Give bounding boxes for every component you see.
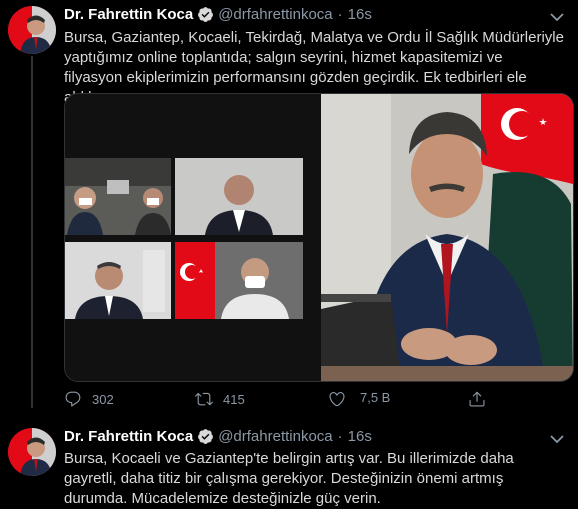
- share-button[interactable]: [468, 390, 496, 408]
- separator-dot: ·: [337, 428, 343, 445]
- author-handle[interactable]: @drfahrettinkoca: [218, 6, 332, 23]
- author-avatar[interactable]: [8, 6, 56, 54]
- author-name[interactable]: Dr. Fahrettin Koca: [64, 6, 193, 23]
- reply-button[interactable]: 302: [64, 390, 114, 408]
- separator-dot: ·: [337, 6, 343, 23]
- views-button[interactable]: 7,5 B: [326, 390, 390, 405]
- video-tile: [65, 242, 171, 319]
- reply-icon: [65, 391, 81, 407]
- retweet-icon: [195, 392, 213, 406]
- verified-badge-icon: [197, 428, 214, 445]
- author-name[interactable]: Dr. Fahrettin Koca: [64, 428, 193, 445]
- reply-count: 302: [92, 391, 114, 407]
- tweet-header: Dr. Fahrettin Koca @drfahrettinkoca · 16…: [64, 428, 372, 445]
- retweet-button[interactable]: 415: [195, 390, 245, 408]
- video-tile: [175, 158, 303, 235]
- share-icon: [469, 391, 485, 407]
- views-count: 7,5 B: [360, 390, 391, 405]
- author-avatar[interactable]: [8, 428, 56, 476]
- tweet-header: Dr. Fahrettin Koca @drfahrettinkoca · 16…: [64, 6, 372, 23]
- thread-connector-line: [31, 56, 33, 408]
- media-image-portrait[interactable]: [321, 94, 573, 381]
- video-tile: [175, 242, 303, 319]
- video-tile: [65, 158, 171, 235]
- caret-down-icon[interactable]: [548, 10, 566, 24]
- tweet-timestamp[interactable]: 16s: [348, 428, 372, 445]
- tweet-timestamp[interactable]: 16s: [348, 6, 372, 23]
- retweet-count: 415: [223, 391, 245, 407]
- media-image-video-conference[interactable]: [65, 94, 320, 381]
- verified-badge-icon: [197, 6, 214, 23]
- author-handle[interactable]: @drfahrettinkoca: [218, 428, 332, 445]
- caret-down-icon[interactable]: [548, 432, 566, 446]
- tweet-actions: 302 415 7,5 B: [64, 390, 504, 410]
- tweet-media[interactable]: [64, 93, 574, 382]
- tweet-text: Bursa, Kocaeli ve Gaziantep'te belirgin …: [64, 450, 514, 507]
